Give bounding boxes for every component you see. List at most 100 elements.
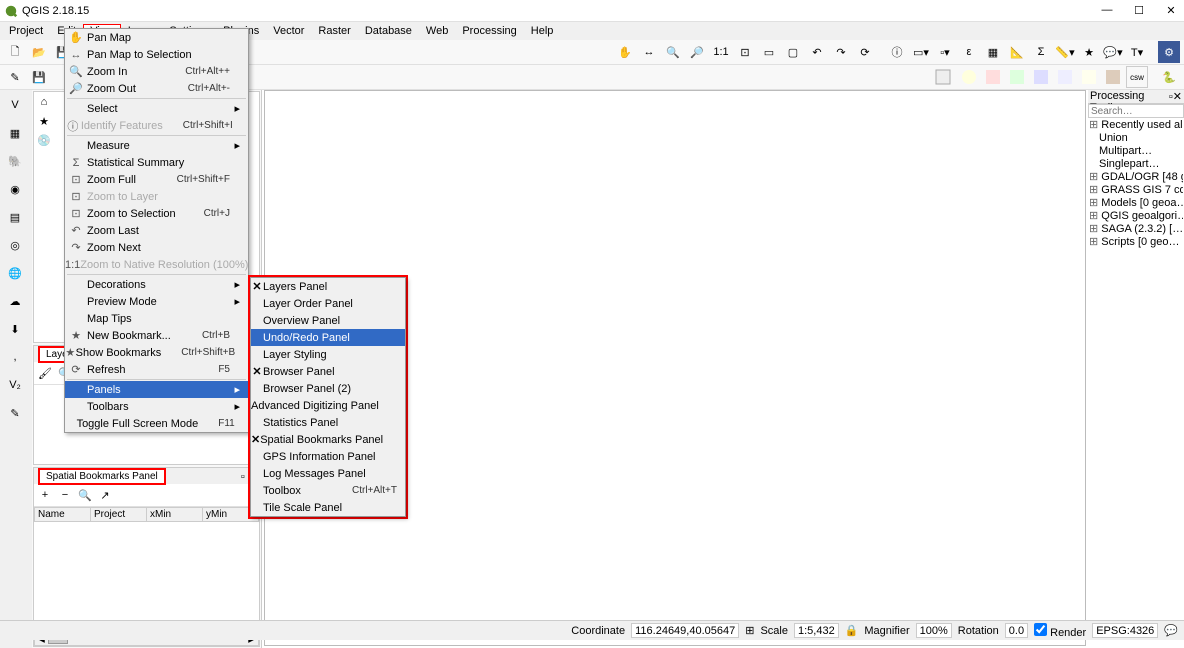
scale-field[interactable]: 1:5,432 [794, 623, 839, 638]
processing-search-input[interactable] [1088, 104, 1184, 118]
tool-icon-06[interactable] [1078, 66, 1100, 88]
add-wfs-button[interactable]: ⬇ [2, 316, 28, 342]
zoom-native-button[interactable]: 1:1 [710, 41, 732, 63]
python-console-button[interactable]: 🐍 [1158, 66, 1180, 88]
browser-drive-icon[interactable]: 💿 [35, 131, 53, 149]
add-oracle-button[interactable]: ◎ [2, 232, 28, 258]
menu-raster[interactable]: Raster [311, 24, 357, 38]
new-shp-button[interactable]: ✎ [2, 400, 28, 426]
mag-field[interactable]: 100% [916, 623, 952, 638]
view-menu-new-bookmark-[interactable]: ★New Bookmark...Ctrl+B [65, 327, 248, 344]
view-menu-pan-map[interactable]: ✋Pan Map [65, 29, 248, 46]
menu-web[interactable]: Web [419, 24, 455, 38]
processing-node[interactable]: Models [0 geoa… [1089, 197, 1183, 210]
panels-menu-spatial-bookmarks-panel[interactable]: ✕Spatial Bookmarks Panel [251, 431, 405, 448]
menu-database[interactable]: Database [358, 24, 419, 38]
panels-menu-advanced-digitizing-panel[interactable]: Advanced Digitizing Panel [251, 397, 405, 414]
view-menu-zoom-to-selection[interactable]: ⊡Zoom to SelectionCtrl+J [65, 205, 248, 222]
identify-button[interactable]: ⓘ [886, 41, 908, 63]
scale-lock-icon[interactable]: 🔒 [845, 624, 859, 637]
annotation-button[interactable]: T▾ [1126, 41, 1148, 63]
view-menu-zoom-next[interactable]: ↷Zoom Next [65, 239, 248, 256]
tool-icon-07[interactable] [1102, 66, 1124, 88]
view-menu-map-tips[interactable]: Map Tips [65, 310, 248, 327]
pan-selection-button[interactable]: ↔ [638, 41, 660, 63]
tool-icon-01[interactable] [958, 66, 980, 88]
bookmark-add-button[interactable]: + [36, 486, 54, 504]
menu-project[interactable]: Project [2, 24, 50, 38]
bookmarks-table[interactable]: NameProjectxMinyMin [34, 507, 259, 522]
zoom-selection-button[interactable]: ▭ [758, 41, 780, 63]
edit-save-button[interactable]: 💾 [28, 66, 50, 88]
bookmark-zoom-button[interactable]: 🔍 [76, 486, 94, 504]
view-menu-statistical-summary[interactable]: ΣStatistical Summary [65, 154, 248, 171]
bookmark-col-xmin[interactable]: xMin [147, 508, 203, 522]
add-virtual-button[interactable]: V₂ [2, 372, 28, 398]
zoom-last-button[interactable]: ↶ [806, 41, 828, 63]
view-menu-refresh[interactable]: ⟳RefreshF5 [65, 361, 248, 378]
processing-node[interactable]: Union [1099, 132, 1183, 145]
panels-menu-layers-panel[interactable]: ✕Layers Panel [251, 278, 405, 295]
panels-menu-statistics-panel[interactable]: Statistics Panel [251, 414, 405, 431]
view-menu-zoom-in[interactable]: 🔍Zoom InCtrl+Alt++ [65, 63, 248, 80]
processing-node[interactable]: SAGA (2.3.2) [… [1089, 223, 1183, 236]
add-csv-button[interactable]: , [2, 344, 28, 370]
panels-menu-browser-panel[interactable]: ✕Browser Panel [251, 363, 405, 380]
panels-menu-undo-redo-panel[interactable]: Undo/Redo Panel [251, 329, 405, 346]
menu-vector[interactable]: Vector [266, 24, 311, 38]
pan-button[interactable]: ✋ [614, 41, 636, 63]
view-menu-select[interactable]: Select▸ [65, 100, 248, 117]
csw-button[interactable]: csw [1126, 66, 1148, 88]
panels-menu-tile-scale-panel[interactable]: Tile Scale Panel [251, 499, 405, 516]
expr-select-button[interactable]: ε [958, 41, 980, 63]
zoom-full-button[interactable]: ⊡ [734, 41, 756, 63]
panels-menu-gps-information-panel[interactable]: GPS Information Panel [251, 448, 405, 465]
tool-icon-05[interactable] [1054, 66, 1076, 88]
select-button[interactable]: ▭▾ [910, 41, 932, 63]
messages-icon[interactable]: 💬 [1164, 624, 1178, 637]
render-checkbox[interactable]: Render [1034, 623, 1086, 639]
panels-menu-log-messages-panel[interactable]: Log Messages Panel [251, 465, 405, 482]
bookmark-col-project[interactable]: Project [91, 508, 147, 522]
processing-node[interactable]: QGIS geoalgori… [1089, 210, 1183, 223]
bookmark-button[interactable]: ★ [1078, 41, 1100, 63]
tool-icon-04[interactable] [1030, 66, 1052, 88]
view-menu-measure[interactable]: Measure▸ [65, 137, 248, 154]
view-menu-show-bookmarks[interactable]: ★Show BookmarksCtrl+Shift+B [65, 344, 248, 361]
add-postgis-button[interactable]: 🐘 [2, 148, 28, 174]
open-project-button[interactable]: 📂 [28, 41, 50, 63]
panels-menu-browser-panel-2-[interactable]: Browser Panel (2) [251, 380, 405, 397]
view-menu-preview-mode[interactable]: Preview Mode▸ [65, 293, 248, 310]
processing-node[interactable]: Multipart… [1099, 145, 1183, 158]
crs-button[interactable]: EPSG:4326 [1092, 623, 1158, 638]
bookmarks-undock-icon[interactable]: ▫ [241, 471, 245, 483]
view-menu-zoom-full[interactable]: ⊡Zoom FullCtrl+Shift+F [65, 171, 248, 188]
close-button[interactable]: ✕ [1164, 4, 1178, 17]
open-table-button[interactable]: ▦ [982, 41, 1004, 63]
bookmark-col-name[interactable]: Name [35, 508, 91, 522]
minimize-button[interactable]: — [1100, 4, 1114, 17]
toolbox-button[interactable]: ⚙ [1158, 41, 1180, 63]
panels-menu-layer-styling[interactable]: Layer Styling [251, 346, 405, 363]
view-menu-panels[interactable]: Panels▸ [65, 381, 248, 398]
tool-icon-03[interactable] [1006, 66, 1028, 88]
processing-close-icon[interactable]: ✕ [1173, 91, 1182, 103]
processing-node[interactable]: GRASS GIS 7 com… [1089, 184, 1183, 197]
stats-button[interactable]: Σ [1030, 41, 1052, 63]
refresh-button[interactable]: ⟳ [854, 41, 876, 63]
tool-icon-02[interactable] [982, 66, 1004, 88]
add-raster-button[interactable]: ▦ [2, 120, 28, 146]
menu-help[interactable]: Help [524, 24, 561, 38]
processing-node[interactable]: Singlepart… [1099, 158, 1183, 171]
rot-field[interactable]: 0.0 [1005, 623, 1028, 638]
view-menu-pan-map-to-selection[interactable]: ↔Pan Map to Selection [65, 46, 248, 63]
bookmark-share-button[interactable]: ↗ [96, 486, 114, 504]
layers-style-button[interactable]: 🖌 [36, 364, 54, 382]
view-menu-toolbars[interactable]: Toolbars▸ [65, 398, 248, 415]
add-vector-icon[interactable] [934, 66, 956, 88]
maximize-button[interactable]: ☐ [1132, 4, 1146, 17]
zoom-next-button[interactable]: ↷ [830, 41, 852, 63]
maptips-button[interactable]: 💬▾ [1102, 41, 1124, 63]
coord-field[interactable]: 116.24649,40.05647 [631, 623, 739, 638]
field-calc-button[interactable]: 📐 [1006, 41, 1028, 63]
